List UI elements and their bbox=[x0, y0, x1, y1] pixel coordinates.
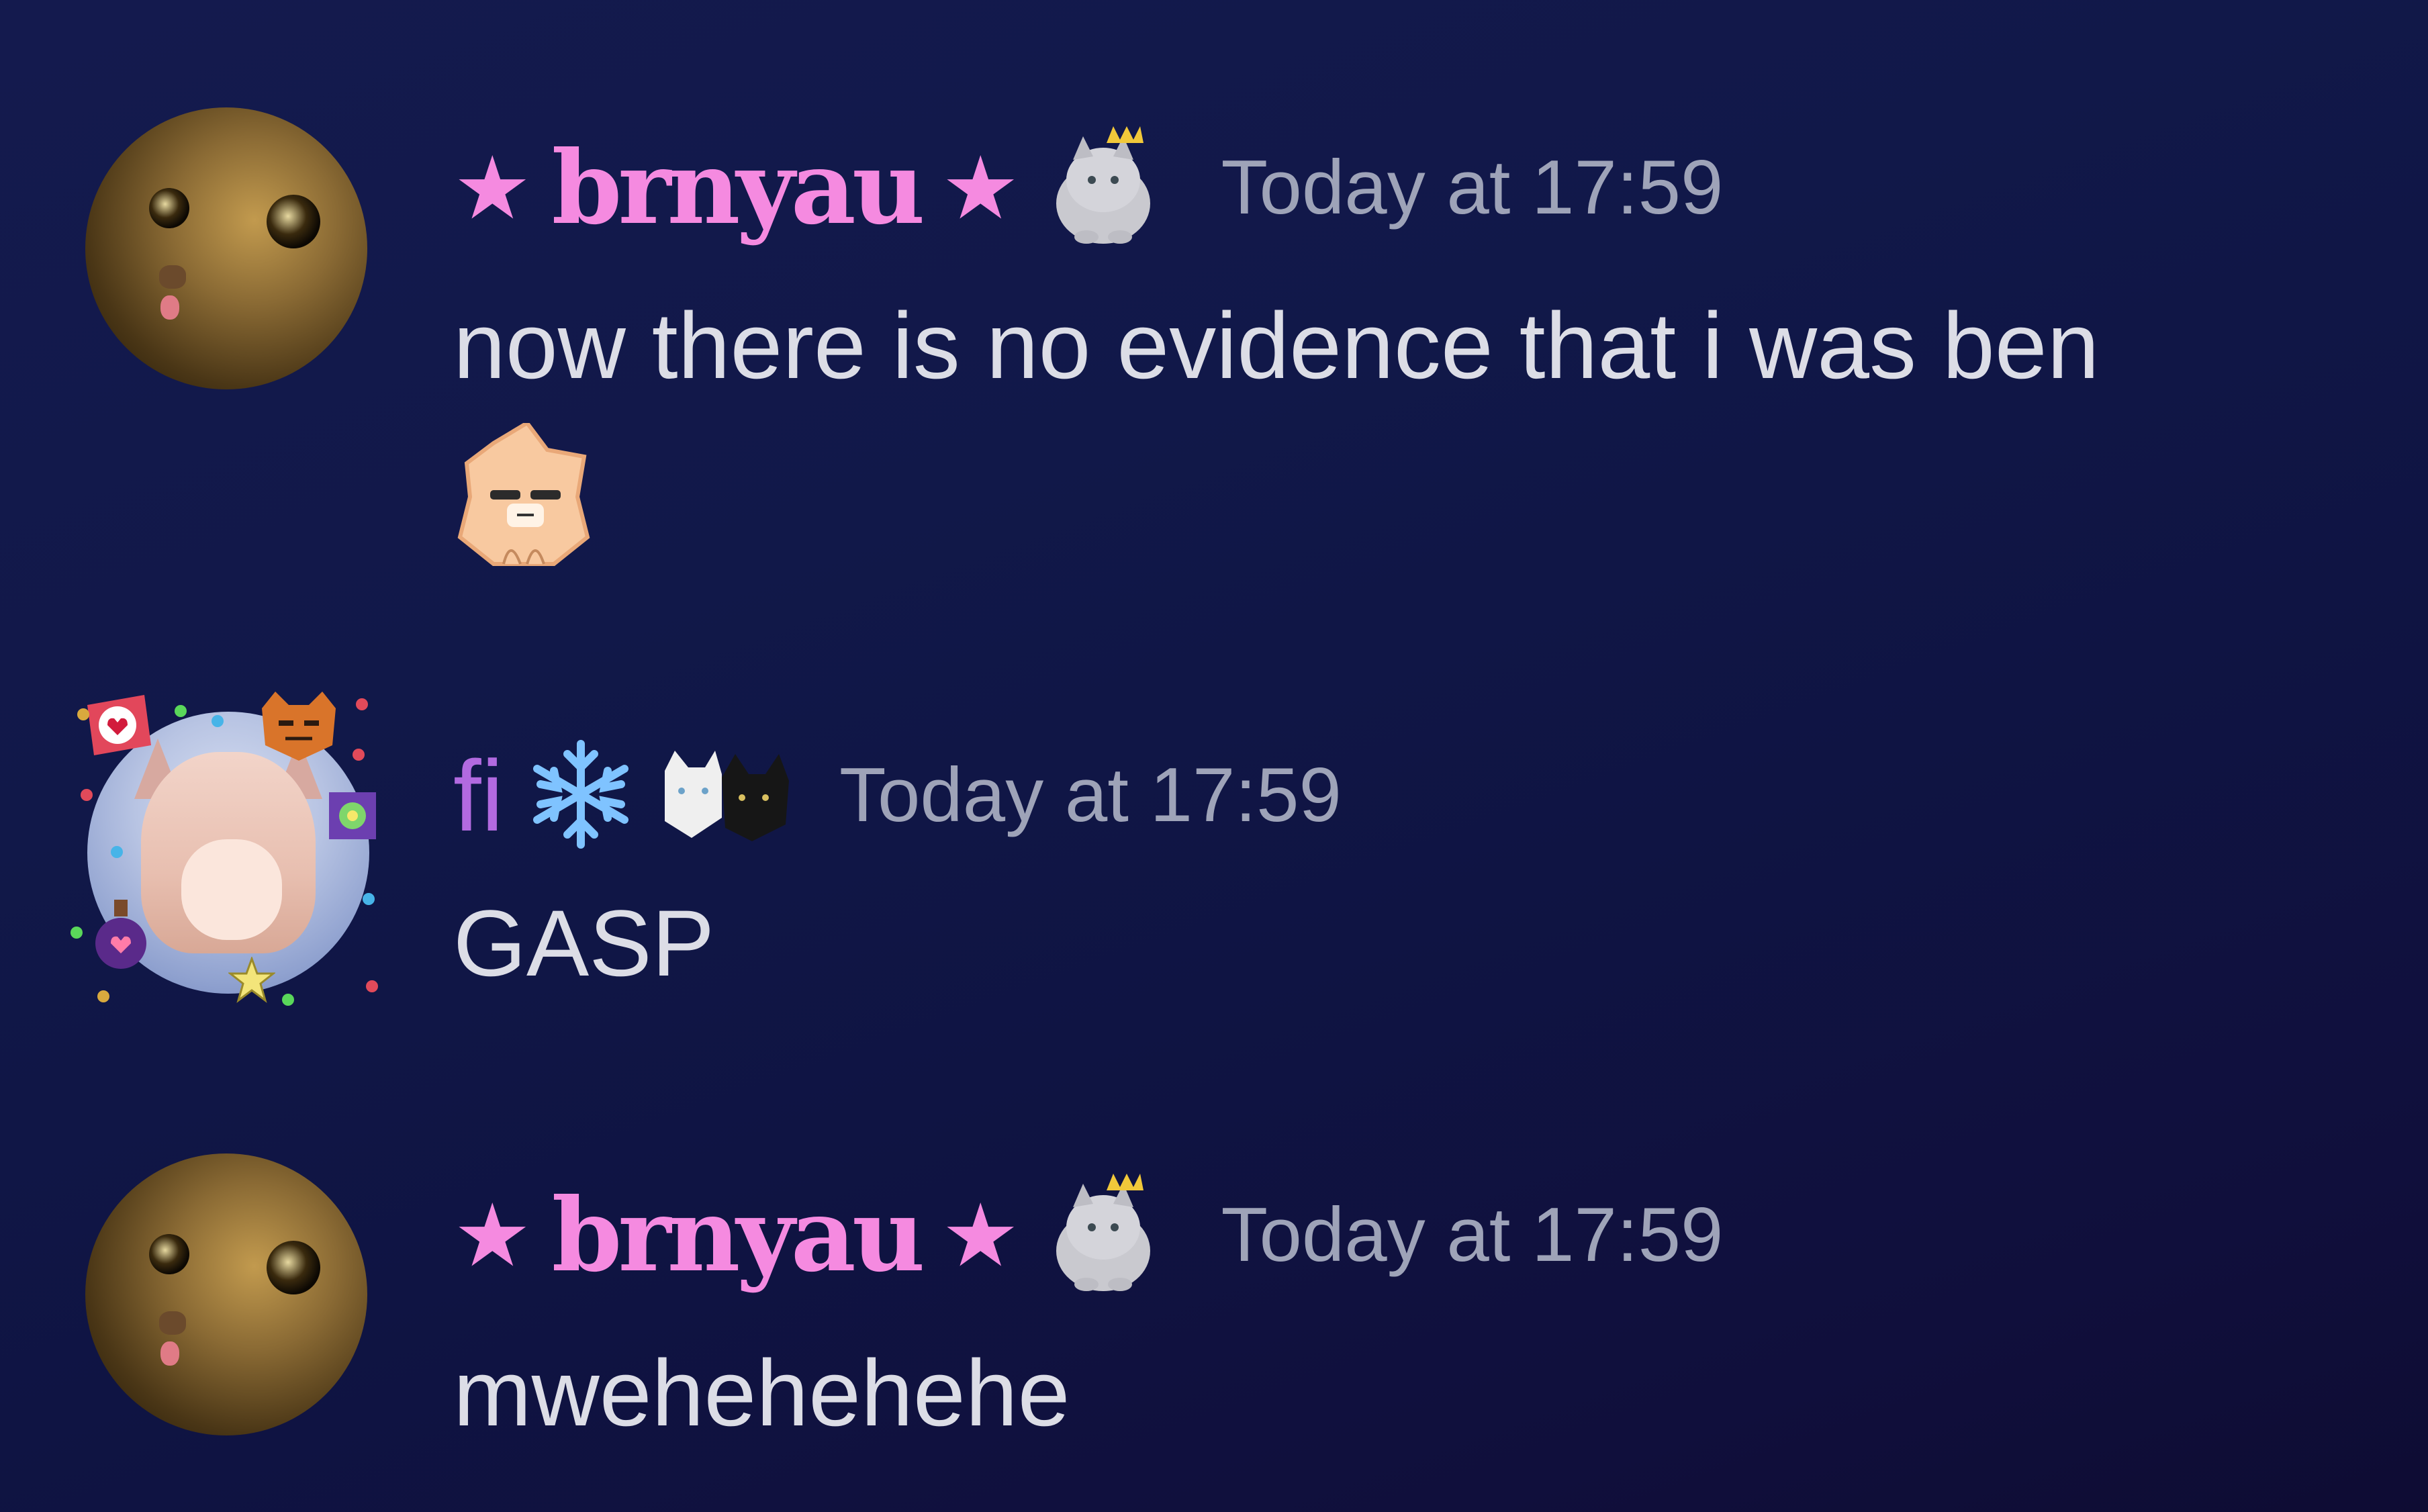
tiger-icon bbox=[255, 688, 336, 761]
flower-icon bbox=[326, 789, 386, 849]
cat-with-crown-icon[interactable] bbox=[1046, 123, 1160, 253]
star-icon: ★ bbox=[941, 1184, 1020, 1286]
message-header: ★ brnyau ★ Today at 17:59 bbox=[453, 121, 1723, 255]
message-text: mwehehehehe bbox=[453, 1340, 1070, 1446]
timestamp[interactable]: Today at 17:59 bbox=[1221, 150, 1723, 226]
snowflake-icon[interactable] bbox=[524, 737, 638, 854]
cat-face-emoji[interactable] bbox=[453, 420, 594, 571]
username[interactable]: brnyau bbox=[552, 1185, 925, 1286]
message-text: now there is no evidence that i was ben bbox=[453, 293, 2100, 398]
two-cats-icon[interactable] bbox=[658, 744, 792, 847]
user-avatar-fi[interactable] bbox=[67, 678, 389, 1014]
heart-icon bbox=[81, 692, 151, 755]
potion-icon bbox=[87, 896, 148, 969]
message-header: ★ brnyau ★ Today at 17:59 bbox=[453, 1168, 1723, 1303]
message-text: GASP bbox=[453, 890, 715, 996]
username[interactable]: fi bbox=[453, 745, 504, 846]
timestamp[interactable]: Today at 17:59 bbox=[839, 757, 1342, 834]
star-icon: ★ bbox=[453, 1184, 532, 1286]
star-sticker-icon bbox=[227, 955, 289, 1017]
star-icon: ★ bbox=[941, 137, 1020, 239]
timestamp[interactable]: Today at 17:59 bbox=[1221, 1197, 1723, 1274]
user-avatar-brnyau[interactable] bbox=[85, 1153, 367, 1435]
message-header: fi Today at 17:59 bbox=[453, 728, 1342, 863]
user-avatar-brnyau[interactable] bbox=[85, 107, 367, 389]
avatar-image bbox=[87, 712, 369, 994]
star-icon: ★ bbox=[453, 137, 532, 239]
username[interactable]: brnyau bbox=[552, 138, 925, 238]
cat-with-crown-icon[interactable] bbox=[1046, 1170, 1160, 1301]
message-1: ★ brnyau ★ Today at 17:59 now there is n… bbox=[0, 0, 2428, 604]
